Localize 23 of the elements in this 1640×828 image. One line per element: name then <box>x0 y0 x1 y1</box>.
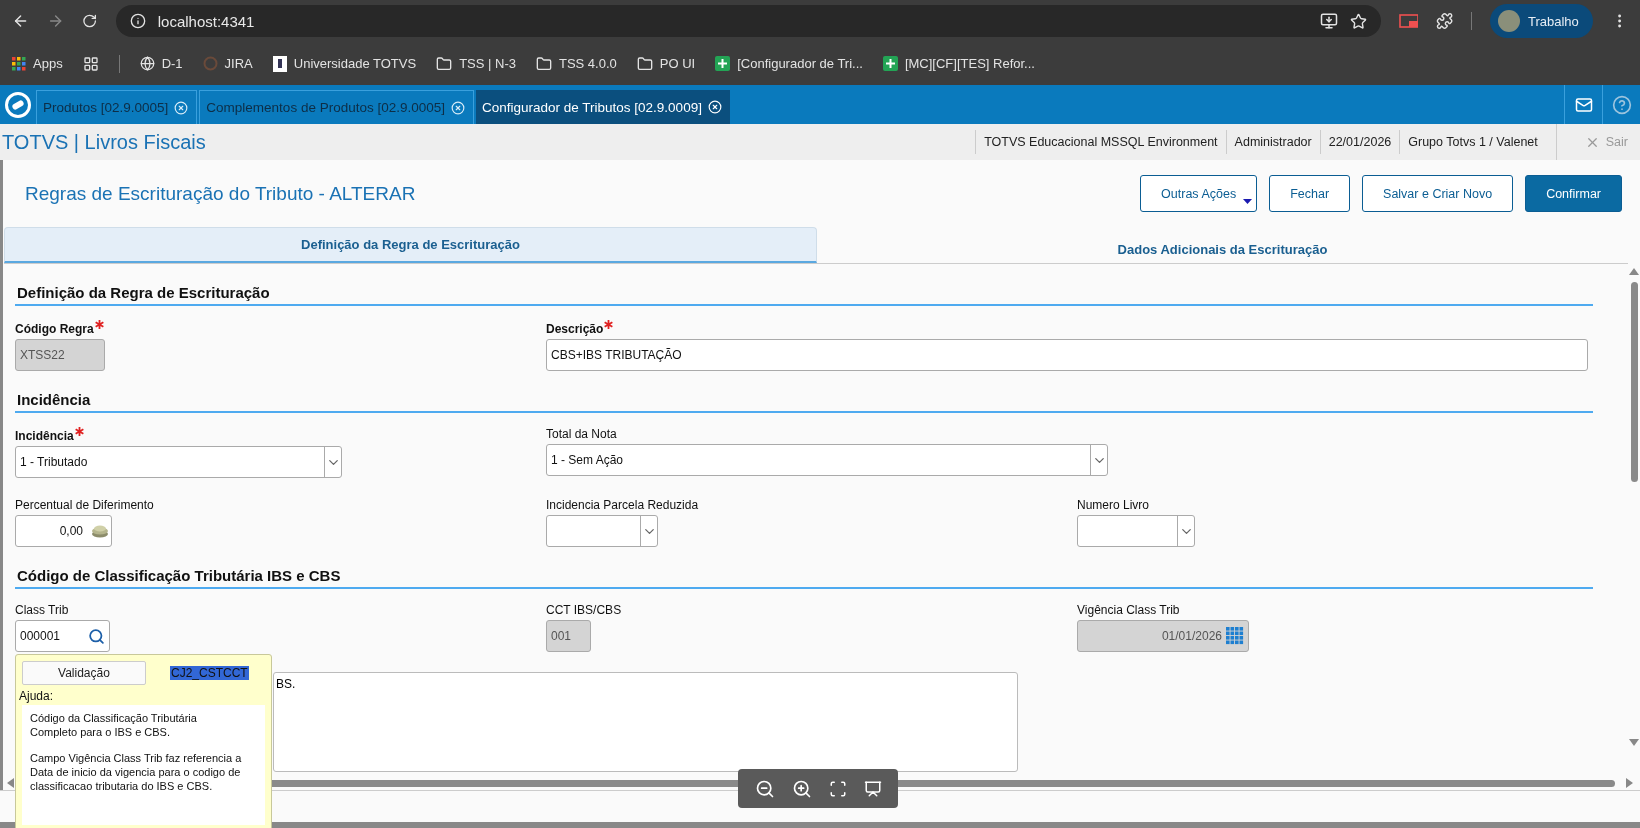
field-label: Incidencia Parcela Reduzida <box>546 498 700 512</box>
section-title: Definição da Regra de Escrituração <box>15 284 1593 306</box>
field-label: Incidência <box>15 427 546 443</box>
section-title: Código de Classificação Tributária IBS e CBS <box>15 567 1593 589</box>
field-label: Numero Livro <box>1077 498 1151 512</box>
field-label: Percentual de Diferimento <box>15 498 155 512</box>
field-id: CJ2_CSTCCT <box>170 666 249 680</box>
page-title: Regras de Escrituração do Tributo - ALTERAR <box>25 182 417 205</box>
header-info: TOTVS Educacional MSSQL Environment <box>975 130 1226 154</box>
field-label: Vigência Class Trib <box>1077 603 1181 617</box>
header-info: Administrador <box>1225 130 1320 154</box>
header-info: 22/01/2026 <box>1319 130 1400 154</box>
field-label: Código Regra <box>15 320 546 336</box>
field-label: CCT IBS/CBS <box>546 603 623 617</box>
field-label: Class Trib <box>15 603 70 617</box>
app-title: TOTVS | Livros Fiscais <box>2 130 206 154</box>
section-title: Incidência <box>15 391 1593 413</box>
help-text: Código da Classificação Tributária Completo para o IBS e CBS. <box>30 711 198 739</box>
help-text: Campo Vigência Class Trib faz referencia a Data de inicio da vigencia para o codigo de classificacao tributaria do IBS e CBS. <box>30 751 243 793</box>
help-heading: Ajuda: <box>19 689 55 703</box>
field-label: Descrição <box>546 320 1077 336</box>
field-label: Total da Nota <box>546 427 618 441</box>
header-info: Grupo Totvs 1 / Valenet <box>1399 130 1546 154</box>
